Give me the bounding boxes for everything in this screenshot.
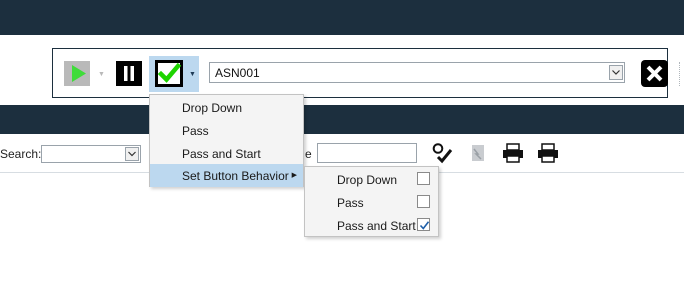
menu-item-set-button-behavior[interactable]: Set Button Behavior ▶ xyxy=(150,164,303,187)
close-icon xyxy=(646,65,663,82)
top-header-bar xyxy=(0,0,684,35)
submenu-item-pass-and-start[interactable]: Pass and Start xyxy=(305,214,438,237)
menu-item-label: Pass xyxy=(182,124,209,138)
print-preview-button[interactable] xyxy=(537,143,559,166)
check-search-button[interactable] xyxy=(431,142,453,167)
checkmark-icon xyxy=(157,62,182,84)
pass-dropdown-arrow[interactable]: ▼ xyxy=(189,71,196,78)
document-select[interactable]: ASN001 xyxy=(209,62,625,83)
navigation-bar xyxy=(0,105,684,134)
document-select-value: ASN001 xyxy=(215,66,260,80)
menu-item-pass[interactable]: Pass xyxy=(150,119,303,142)
submenu-checkbox-checked[interactable] xyxy=(417,218,430,231)
submenu-item-label: Pass and Start xyxy=(337,219,416,233)
document-select-dropdown-button[interactable] xyxy=(609,65,623,80)
menu-item-drop-down[interactable]: Drop Down xyxy=(150,96,303,119)
submenu-checkbox[interactable] xyxy=(417,172,430,185)
pass-dropdown-menu: Drop Down Pass Pass and Start Set Button… xyxy=(149,94,304,187)
pass-button[interactable] xyxy=(155,60,183,87)
printer-icon xyxy=(503,143,523,163)
submenu-item-label: Pass xyxy=(337,196,364,210)
magnifier-check-icon xyxy=(432,143,453,164)
search-label: Search: xyxy=(0,147,42,161)
submenu-arrow-icon: ▶ xyxy=(291,172,297,179)
play-icon xyxy=(72,65,86,82)
print-button[interactable] xyxy=(502,143,524,166)
printer-icon xyxy=(538,143,558,163)
filter-input[interactable] xyxy=(317,143,417,163)
menu-item-label: Set Button Behavior xyxy=(182,169,289,183)
submenu-checkbox[interactable] xyxy=(417,195,430,208)
play-dropdown-arrow[interactable]: ▼ xyxy=(98,71,105,78)
search-select-dropdown-button[interactable] xyxy=(125,147,139,161)
refresh-disabled-button[interactable] xyxy=(469,143,487,166)
play-button[interactable] xyxy=(64,61,90,86)
close-button[interactable] xyxy=(641,60,668,87)
grip-handle[interactable] xyxy=(679,62,683,86)
checkmark-icon xyxy=(419,221,430,230)
menu-item-label: Pass and Start xyxy=(182,147,261,161)
pause-icon xyxy=(124,66,134,81)
menu-item-label: Drop Down xyxy=(182,101,243,115)
submenu-item-label: Drop Down xyxy=(337,173,398,187)
chevron-down-icon xyxy=(612,70,620,75)
pause-button[interactable] xyxy=(116,61,142,86)
submenu-item-pass[interactable]: Pass xyxy=(305,191,438,214)
submenu-item-drop-down[interactable]: Drop Down xyxy=(305,168,438,191)
filter-label: e xyxy=(305,147,312,161)
chevron-down-icon xyxy=(128,151,136,157)
search-select[interactable] xyxy=(41,145,141,163)
refresh-icon xyxy=(472,145,484,161)
button-behavior-submenu: Drop Down Pass Pass and Start xyxy=(304,166,439,237)
menu-item-pass-and-start[interactable]: Pass and Start xyxy=(150,142,303,165)
